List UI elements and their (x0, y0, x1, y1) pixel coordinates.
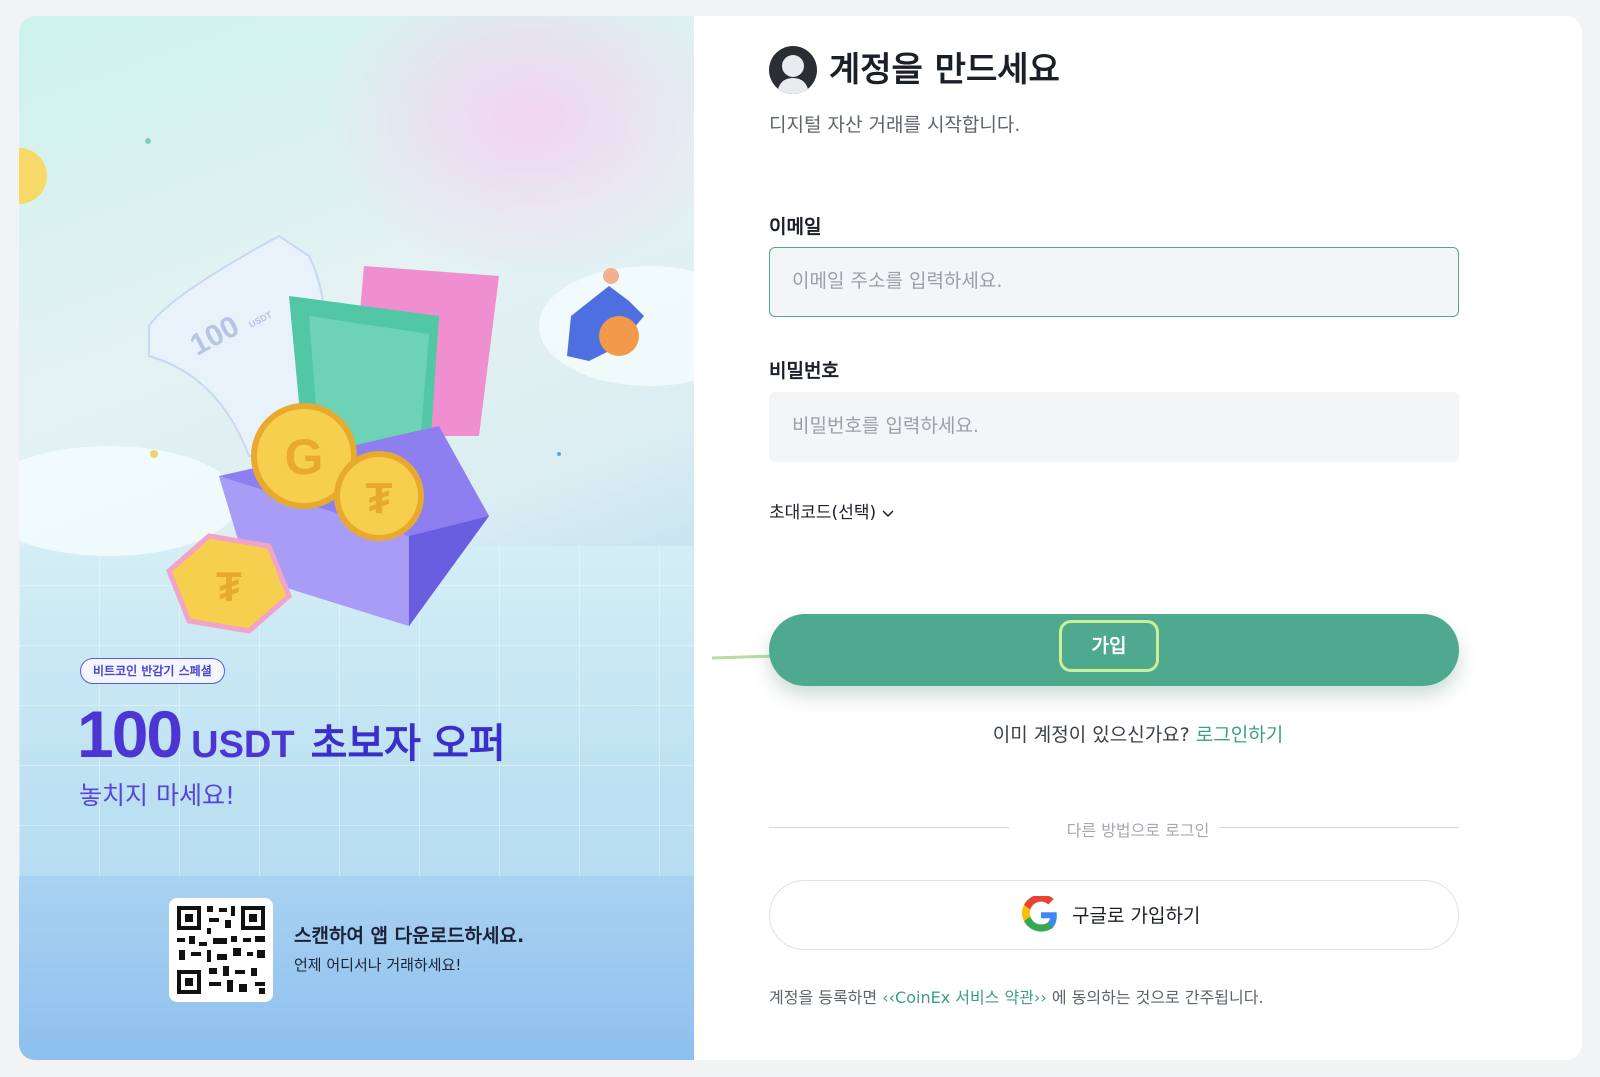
hex-coin-letter: ₮ (216, 563, 242, 610)
sparkle (145, 138, 151, 144)
coin-g-letter: G (285, 429, 324, 485)
terms-suffix: 에 동의하는 것으로 간주됩니다. (1051, 988, 1264, 1007)
sparkle (150, 450, 158, 458)
promo-tag: 비트코인 반감기 스페셜 (80, 658, 225, 684)
invite-code-label: 초대코드(선택) (769, 503, 877, 523)
terms-notice: 계정을 등록하면 ‹‹CoinEx 서비스 약관›› 에 동의하는 것으로 간주… (769, 984, 1264, 1008)
page-title: 계정을 만드세요 (829, 50, 1060, 90)
signup-card: 100 USDT G ₮ ₮ 비트코인 반감기 스페셜 100 USDT 초보자… (19, 16, 1582, 1060)
signup-button-label: 가입 (1059, 620, 1159, 672)
have-account-text: 이미 계정이 있으신가요? (992, 724, 1190, 746)
email-label: 이메일 (769, 216, 822, 238)
promo-unit: USDT (191, 724, 295, 766)
email-placeholder: 이메일 주소를 입력하세요. (792, 270, 1003, 292)
chevron-down-icon (882, 506, 894, 522)
signup-button[interactable]: 가입 (769, 614, 1459, 686)
invite-code-toggle[interactable]: 초대코드(선택) (769, 498, 894, 523)
sparkle (557, 452, 561, 456)
password-label: 비밀번호 (769, 360, 839, 382)
signup-form: 계정을 만드세요 디지털 자산 거래를 시작합니다. 이메일 이메일 주소를 입… (694, 16, 1582, 1060)
promo-headline: 100 USDT 초보자 오퍼 (77, 696, 506, 772)
terms-prefix: 계정을 등록하면 (769, 988, 878, 1007)
login-link[interactable]: 로그인하기 (1196, 724, 1283, 746)
flying-coin (599, 316, 639, 356)
password-placeholder: 비밀번호를 입력하세요. (792, 415, 979, 437)
page-subtitle: 디지털 자산 거래를 시작합니다. (769, 114, 1021, 136)
divider-text: 다른 방법으로 로그인 (1066, 821, 1210, 840)
qr-subtitle: 언제 어디서나 거래하세요! (294, 956, 462, 974)
avatar-icon (769, 46, 817, 94)
google-icon (1022, 896, 1057, 932)
qr-code (169, 898, 273, 1002)
promo-offer: 초보자 오퍼 (310, 722, 506, 766)
qr-code-graphic (177, 906, 265, 994)
google-signup-label: 구글로 가입하기 (1072, 905, 1201, 927)
coin-partial (19, 148, 47, 204)
promo-amount: 100 (77, 697, 183, 771)
email-input[interactable]: 이메일 주소를 입력하세요. (769, 247, 1459, 317)
promo-panel: 100 USDT G ₮ ₮ 비트코인 반감기 스페셜 100 USDT 초보자… (19, 16, 694, 1060)
google-signup-button[interactable]: 구글로 가입하기 (769, 880, 1459, 950)
have-account-row: 이미 계정이 있으신가요? 로그인하기 (694, 720, 1582, 747)
coin-tether-letter: ₮ (366, 474, 393, 523)
password-input[interactable]: 비밀번호를 입력하세요. (769, 392, 1459, 462)
promo-subheadline: 놓치지 마세요! (79, 781, 235, 810)
flying-person-head (603, 268, 619, 284)
qr-title: 스캔하여 앱 다운로드하세요. (294, 925, 525, 947)
terms-link[interactable]: ‹‹CoinEx 서비스 약관›› (882, 988, 1047, 1007)
